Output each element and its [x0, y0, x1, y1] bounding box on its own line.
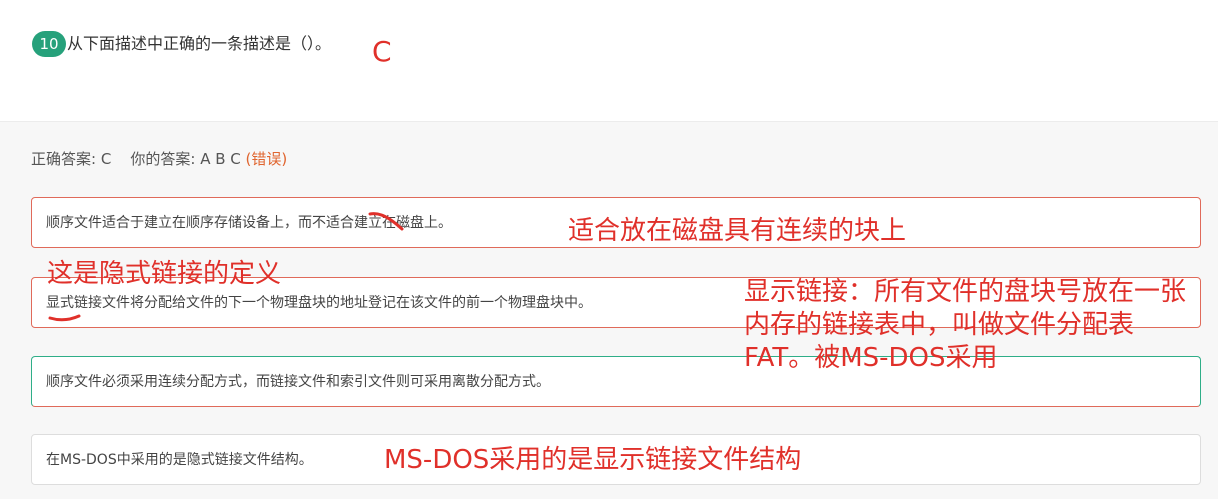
answer-status: (错误) [245, 150, 288, 168]
question-header: 10 从下面描述中正确的一条描述是（）。 C [0, 0, 1218, 121]
option-a-text: 顺序文件适合于建立在顺序存储设备上，而不适合建立在磁盘上。 [46, 215, 452, 231]
question-text: 从下面描述中正确的一条描述是（）。 [67, 34, 332, 53]
option-c-text: 顺序文件必须采用连续分配方式，而链接文件和索引文件则可采用离散分配方式。 [46, 374, 550, 390]
question-number-badge: 10 [32, 31, 66, 57]
option-a-annotation: 适合放在磁盘具有连续的块上 [568, 216, 907, 246]
option-b-explanation-annotation: 显示链接：所有文件的盘块号放在一张内存的链接表中，叫做文件分配表FAT。被MS-… [744, 277, 1187, 373]
correct-answer-label: 正确答案: C [31, 150, 112, 168]
option-b-text: 显式链接文件将分配给文件的下一个物理盘块的地址登记在该文件的前一个物理盘块中。 [46, 295, 592, 311]
option-d-text: 在MS-DOS中采用的是隐式链接文件结构。 [46, 452, 313, 468]
option-b-definition-annotation: 这是隐式链接的定义 [47, 259, 282, 289]
handwritten-answer-annotation: C [372, 35, 392, 68]
your-answer-label: 你的答案: A B C [130, 150, 241, 168]
answer-summary: 正确答案: C 你的答案: A B C (错误) [31, 148, 287, 170]
option-d-annotation: MS-DOS采用的是显示链接文件结构 [384, 445, 802, 475]
